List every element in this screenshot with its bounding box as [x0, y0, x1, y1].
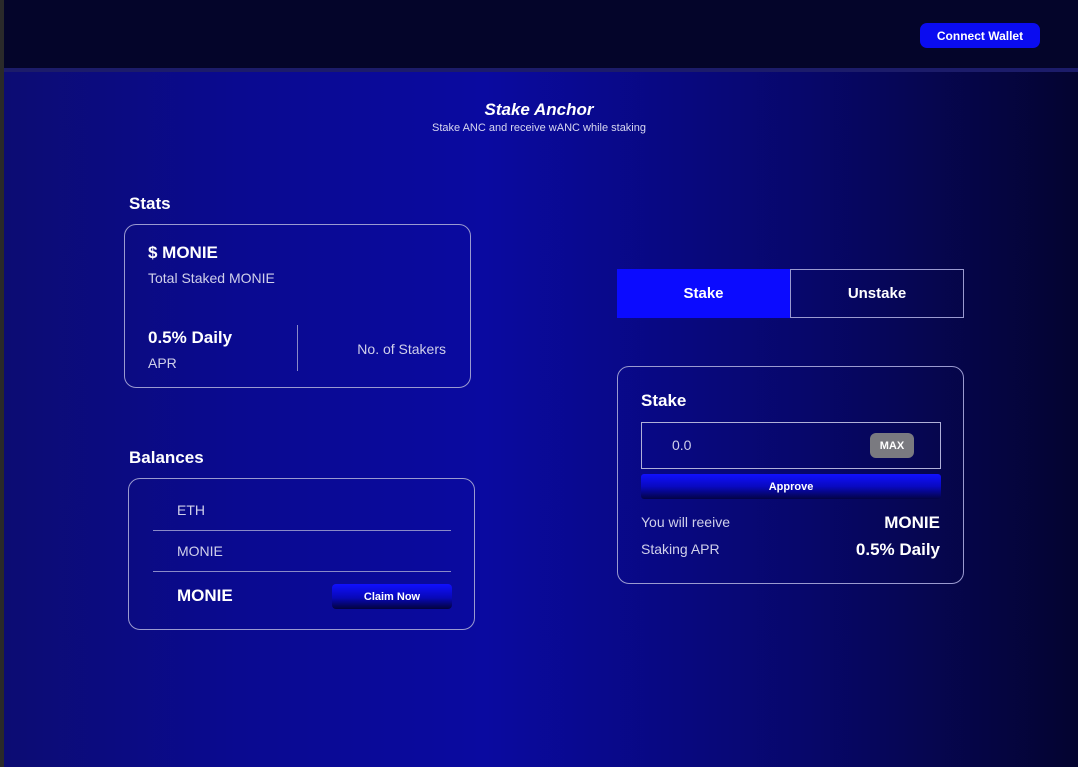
staking-apr-value: 0.5% Daily	[855, 540, 940, 559]
balance-label: MONIE	[177, 543, 223, 559]
tab-stake[interactable]: Stake	[617, 269, 790, 318]
balance-row-monie: MONIE	[153, 531, 451, 572]
stake-panel: Stake MAX Approve You will reeive MONIE …	[617, 366, 964, 584]
balance-label: MONIE	[177, 586, 233, 605]
balances-card: ETH MONIE MONIE Claim Now	[128, 478, 475, 630]
balance-row-eth: ETH	[153, 490, 451, 531]
page-subtitle: Stake ANC and receive wANC while staking	[432, 122, 646, 134]
staking-apr-label: Staking APR	[641, 541, 720, 557]
balance-row-monie-rewards: MONIE Claim Now	[153, 572, 452, 613]
balances-section-label: Balances	[129, 448, 204, 467]
top-navbar: Connect Wallet	[4, 0, 1078, 72]
balance-label: ETH	[177, 502, 205, 518]
apr-caption: APR	[148, 355, 177, 371]
stats-section-label: Stats	[129, 194, 171, 213]
receive-value: MONIE	[884, 513, 940, 532]
receive-label: You will reeive	[641, 514, 730, 530]
stake-panel-title: Stake	[641, 391, 687, 410]
claim-now-button[interactable]: Claim Now	[332, 584, 452, 609]
stats-card: $ MONIE Total Staked MONIE 0.5% Daily AP…	[124, 224, 471, 388]
apr-value: 0.5% Daily	[148, 328, 233, 347]
tab-unstake[interactable]: Unstake	[790, 269, 964, 318]
approve-button[interactable]: Approve	[641, 474, 941, 499]
stake-amount-input[interactable]	[662, 435, 862, 455]
max-button[interactable]: MAX	[870, 433, 914, 458]
stakers-count-label: No. of Stakers	[357, 341, 446, 357]
amount-field-box: MAX	[641, 422, 941, 469]
total-staked-caption: Total Staked MONIE	[148, 270, 275, 286]
stats-divider	[297, 325, 298, 371]
stake-tabs: Stake Unstake	[617, 269, 964, 318]
staking-app: Connect Wallet Stake Anchor Stake ANC an…	[0, 0, 1078, 767]
total-staked-value: $ MONIE	[148, 243, 218, 262]
page-title: Stake Anchor	[484, 100, 594, 119]
connect-wallet-button[interactable]: Connect Wallet	[920, 23, 1040, 48]
